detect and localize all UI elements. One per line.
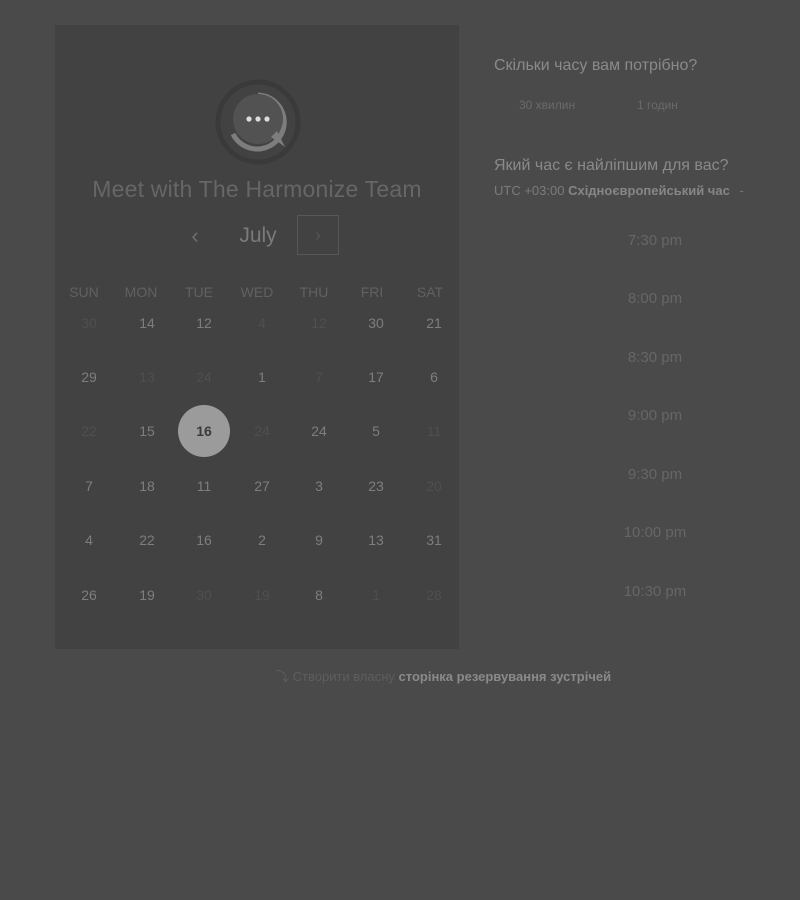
weekday-label: SUN	[69, 284, 99, 300]
timezone-selector[interactable]: UTC +03:00 Східноєвропейський час -	[494, 183, 744, 198]
calendar-day: 28	[426, 587, 442, 603]
weekday-label: THU	[299, 284, 329, 300]
time-slot[interactable]: 7:30 pm	[595, 232, 715, 249]
calendar-day[interactable]: 7	[69, 466, 109, 506]
calendar-day[interactable]: 16	[184, 520, 224, 560]
calendar-day[interactable]: 2	[242, 520, 282, 560]
calendar-day: 30	[81, 315, 97, 331]
footer-promo: ⤵ Створити власну сторінка резервування …	[276, 666, 611, 685]
calendar-day[interactable]: 21	[414, 303, 454, 343]
calendar-day[interactable]: 18	[127, 466, 167, 506]
calendar-day: 20	[426, 478, 442, 494]
time-slot[interactable]: 8:00 pm	[595, 290, 715, 307]
weekday-label: TUE	[185, 284, 213, 300]
calendar-day[interactable]: 12	[184, 303, 224, 343]
calendar-day: 13	[139, 369, 155, 385]
calendar-day[interactable]: 8	[299, 575, 339, 615]
calendar-day[interactable]: 1	[242, 357, 282, 397]
weekday-label: MON	[124, 284, 158, 300]
calendar-day: 7	[315, 369, 323, 385]
calendar-day[interactable]: 27	[242, 466, 282, 506]
next-month-button[interactable]: ›	[297, 215, 339, 255]
calendar-day[interactable]: 22	[127, 520, 167, 560]
calendar-day: 24	[196, 369, 212, 385]
time-slot[interactable]: 10:00 pm	[595, 524, 715, 541]
booking-page-title: Meet with The Harmonize Team	[92, 176, 422, 202]
arrow-icon: ⤵	[276, 669, 290, 684]
time-slot[interactable]: 10:30 pm	[595, 583, 715, 600]
calendar-day: 1	[372, 587, 380, 603]
footer-prefix: Створити власну	[292, 669, 395, 684]
calendar-day[interactable]: 14	[127, 303, 167, 343]
calendar-day[interactable]: 4	[69, 520, 109, 560]
calendar-day: 22	[81, 423, 97, 439]
chevron-down-icon: -	[739, 183, 744, 198]
calendar-day[interactable]: 26	[69, 575, 109, 615]
create-booking-page-link[interactable]: сторінка резервування зустрічей	[399, 669, 612, 684]
calendar-day: 30	[196, 587, 212, 603]
calendar-day[interactable]: 9	[299, 520, 339, 560]
calendar-day[interactable]: 6	[414, 357, 454, 397]
calendar-day: 24	[254, 423, 270, 439]
timezone-offset: UTC +03:00	[494, 183, 565, 198]
timezone-name: Східноєвропейський час	[568, 183, 730, 198]
calendar-day: 4	[258, 315, 266, 331]
calendar-day[interactable]: 19	[127, 575, 167, 615]
calendar-day[interactable]: 11	[184, 466, 224, 506]
calendar-day[interactable]: 15	[127, 411, 167, 451]
time-heading: Який час є найліпшим для вас?	[494, 157, 729, 174]
calendar-day[interactable]: 23	[356, 466, 396, 506]
weekday-label: FRI	[360, 284, 384, 300]
calendar-day[interactable]: 5	[356, 411, 396, 451]
chat-logo-icon	[215, 79, 301, 165]
duration-option-1hour[interactable]: 1 годин	[637, 98, 678, 112]
current-month-label: July	[239, 224, 277, 247]
calendar-day[interactable]: 29	[69, 357, 109, 397]
calendar-day[interactable]: 24	[299, 411, 339, 451]
calendar-day[interactable]: 30	[356, 303, 396, 343]
calendar-day[interactable]: 31	[414, 520, 454, 560]
time-slot[interactable]: 9:30 pm	[595, 466, 715, 483]
calendar-day[interactable]: 3	[299, 466, 339, 506]
duration-heading: Скільки часу вам потрібно?	[494, 57, 698, 74]
prev-month-button[interactable]: ‹	[185, 221, 205, 251]
calendar-day[interactable]: 17	[356, 357, 396, 397]
calendar-day: 12	[311, 315, 327, 331]
weekday-label: WED	[240, 284, 274, 300]
time-slot[interactable]: 9:00 pm	[595, 407, 715, 424]
calendar-day: 19	[254, 587, 270, 603]
weekday-label: SAT	[416, 284, 444, 300]
month-navigation: ‹ July ›	[55, 215, 459, 257]
selected-day[interactable]: 16	[178, 405, 230, 457]
calendar-day: 11	[426, 423, 442, 439]
duration-option-30min[interactable]: 30 хвилин	[519, 98, 575, 112]
time-slot[interactable]: 8:30 pm	[595, 349, 715, 366]
calendar-day[interactable]: 13	[356, 520, 396, 560]
